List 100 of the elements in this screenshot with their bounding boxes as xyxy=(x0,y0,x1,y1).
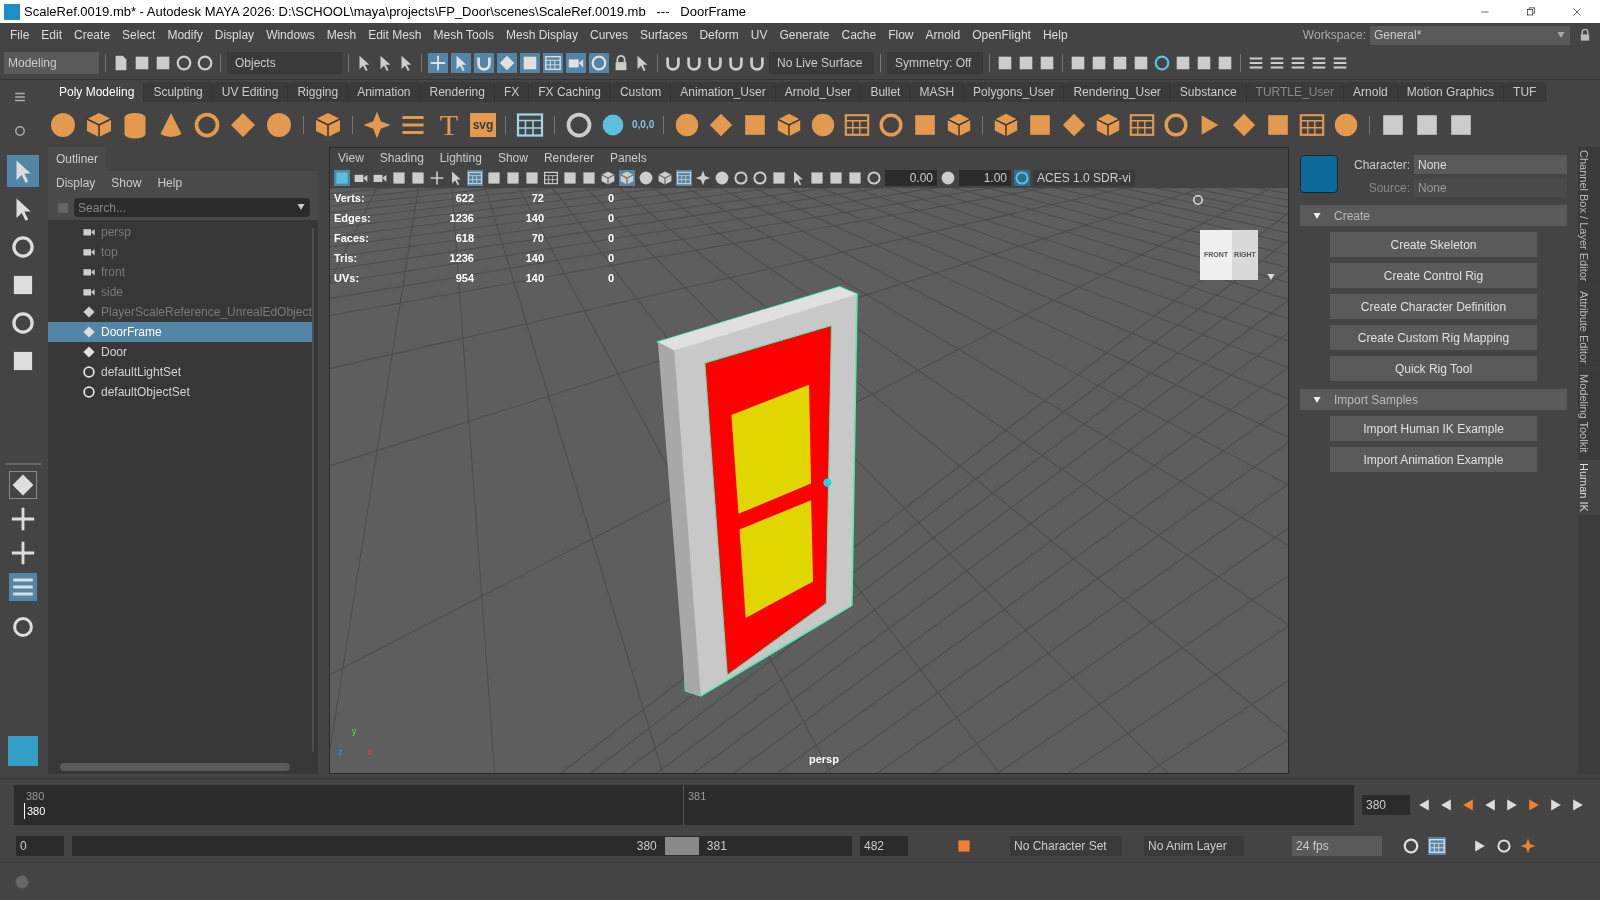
outliner-item[interactable]: DoorFrame xyxy=(48,322,312,342)
menu-item[interactable]: Help xyxy=(1036,26,1074,44)
home-icon[interactable] xyxy=(1192,194,1204,206)
shelf-tab[interactable]: FX Caching xyxy=(529,82,611,102)
live-surface-field[interactable]: No Live Surface xyxy=(769,52,874,74)
field-chart-icon[interactable] xyxy=(543,170,559,186)
current-frame-field[interactable]: 380 xyxy=(1362,794,1410,815)
menu-item[interactable]: Lighting xyxy=(439,149,482,167)
menu-item[interactable]: Generate xyxy=(773,26,836,44)
menu-item[interactable]: Display xyxy=(208,26,261,44)
snap-grid-icon[interactable] xyxy=(428,53,448,73)
menu-item[interactable]: Select xyxy=(116,26,162,44)
shelf-tab[interactable]: Animation xyxy=(348,82,421,102)
select-tool-icon[interactable] xyxy=(6,155,39,187)
snap-view-icon[interactable] xyxy=(497,53,517,73)
menu-item[interactable]: File xyxy=(4,26,36,44)
side-tab[interactable]: Human IK xyxy=(1578,459,1600,515)
wireframe-icon[interactable] xyxy=(600,170,616,186)
menu-item[interactable]: Flow xyxy=(882,26,920,44)
single-view-icon[interactable] xyxy=(8,471,37,499)
svg-button[interactable]: svg xyxy=(470,112,496,137)
human-ik-logo-icon[interactable] xyxy=(1300,155,1338,193)
panel-button[interactable]: Create Character Definition xyxy=(1330,294,1537,319)
smooth-shade-icon[interactable] xyxy=(619,170,635,186)
shelf-tab[interactable]: Sculpting xyxy=(144,82,213,102)
shelf-tab[interactable]: Polygons_User xyxy=(964,82,1065,102)
shelf-tab[interactable]: FX xyxy=(494,82,530,102)
expand-arrow-icon[interactable] xyxy=(1312,394,1322,405)
panel-button[interactable]: Create Control Rig xyxy=(1330,263,1537,288)
menu-item[interactable]: Windows xyxy=(260,26,321,44)
shelf-tab[interactable]: MASH xyxy=(910,82,965,102)
lock-icon[interactable] xyxy=(1578,28,1592,42)
shelf-tab[interactable]: Rendering xyxy=(420,82,495,102)
shelf-tab[interactable]: Substance xyxy=(1170,82,1247,102)
shelf-tab[interactable]: Animation_User xyxy=(671,82,776,102)
panel-button[interactable]: Create Skeleton xyxy=(1330,232,1537,257)
menu-item[interactable]: Show xyxy=(497,149,528,167)
shelf-tab[interactable]: Custom xyxy=(610,82,672,102)
menu-item[interactable]: Mesh Tools xyxy=(427,26,500,44)
section-header[interactable]: Create xyxy=(1300,205,1567,226)
menu-item[interactable]: Renderer xyxy=(543,149,594,167)
snap-point-icon[interactable] xyxy=(474,53,494,73)
menu-item[interactable]: Shading xyxy=(379,149,424,167)
panel-button[interactable]: Create Custom Rig Mapping xyxy=(1330,325,1537,350)
menu-item[interactable]: Curves xyxy=(584,26,635,44)
caret-icon[interactable] xyxy=(1266,272,1276,282)
menu-item[interactable]: Modify xyxy=(161,26,209,44)
workspace-dropdown[interactable]: General* xyxy=(1370,25,1570,45)
grid-toggle-icon[interactable] xyxy=(467,170,483,186)
restore-icon[interactable] xyxy=(1525,5,1537,18)
freeze-transform-button[interactable]: 0,0,0 xyxy=(632,117,655,132)
anim-layer-dropdown[interactable]: No Anim Layer xyxy=(1144,836,1244,856)
menu-item[interactable]: OpenFlight xyxy=(966,26,1037,44)
menu-item[interactable]: Panels xyxy=(609,149,647,167)
snap-curve-icon[interactable] xyxy=(451,53,471,73)
color-space-field[interactable]: ACES 1.0 SDR-vi xyxy=(1033,170,1136,186)
menu-item[interactable]: Mesh xyxy=(320,26,363,44)
horizontal-scrollbar[interactable] xyxy=(60,763,290,771)
menu-item[interactable]: Show xyxy=(111,174,142,192)
dropdown-arrow-icon[interactable] xyxy=(296,202,306,212)
character-dropdown[interactable]: None xyxy=(1414,155,1567,174)
menu-set-dropdown[interactable]: Modeling xyxy=(4,52,99,74)
menu-item[interactable]: Arnold xyxy=(919,26,967,44)
shelf-tab[interactable]: Bullet xyxy=(861,82,911,102)
shelf-tab[interactable]: Rendering_User xyxy=(1064,82,1171,102)
range-handle[interactable] xyxy=(664,837,699,855)
outliner-item[interactable]: defaultLightSet xyxy=(48,362,312,382)
fps-dropdown[interactable]: 24 fps xyxy=(1292,836,1382,856)
exposure-field[interactable]: 0.00 xyxy=(885,170,937,186)
outliner-item[interactable]: defaultObjectSet xyxy=(48,382,312,402)
gamma-field[interactable]: 1.00 xyxy=(959,170,1011,186)
menu-item[interactable]: Edit xyxy=(35,26,69,44)
menu-item[interactable]: Edit Mesh xyxy=(362,26,428,44)
outliner-item[interactable]: Door xyxy=(48,342,312,362)
shelf-tab[interactable]: Rigging xyxy=(288,82,349,102)
text-tool-button[interactable]: T xyxy=(434,109,464,140)
outliner-layout-icon[interactable] xyxy=(8,573,37,601)
snap-vertex-icon[interactable] xyxy=(543,53,563,73)
section-header[interactable]: Import Samples xyxy=(1300,389,1567,410)
panel-button[interactable]: Import Human IK Example xyxy=(1330,416,1537,441)
menu-item[interactable]: Display xyxy=(56,174,96,192)
panel-button[interactable]: Import Animation Example xyxy=(1330,447,1537,472)
range-slider[interactable]: 380 381 xyxy=(72,836,852,856)
shelf-tab[interactable]: Arnold_User xyxy=(775,82,862,102)
end-frame-field[interactable]: 482 xyxy=(860,836,908,856)
menu-item[interactable]: View xyxy=(338,149,364,167)
expand-arrow-icon[interactable] xyxy=(1312,210,1322,221)
search-field[interactable]: Search... xyxy=(74,198,310,217)
menu-item[interactable]: UV xyxy=(744,26,774,44)
close-icon[interactable] xyxy=(1571,5,1583,18)
menu-item[interactable]: Surfaces xyxy=(634,26,694,44)
shelf-tab[interactable]: Arnold xyxy=(1344,82,1398,102)
menu-item[interactable]: Create xyxy=(68,26,117,44)
menu-item[interactable]: Deform xyxy=(693,26,745,44)
symmetry-field[interactable]: Symmetry: Off xyxy=(887,52,983,74)
menu-item[interactable]: Mesh Display xyxy=(500,26,585,44)
panel-button[interactable]: Quick Rig Tool xyxy=(1330,356,1537,381)
character-set-dropdown[interactable]: No Character Set xyxy=(1010,836,1122,856)
start-frame-field[interactable]: 0 xyxy=(16,836,64,856)
outliner-tab[interactable]: Outliner xyxy=(48,147,107,171)
